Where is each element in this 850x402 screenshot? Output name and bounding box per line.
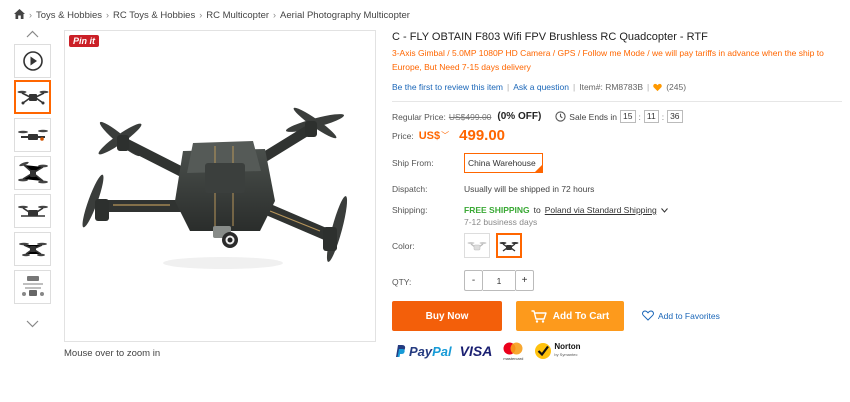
- price-label: Price:: [392, 130, 414, 141]
- thumbnail-item[interactable]: [14, 118, 51, 152]
- shipping-method-selector[interactable]: Poland via Standard Shipping: [545, 205, 657, 215]
- norton-logo: Norton by Symantec: [534, 342, 581, 360]
- dispatch-label: Dispatch:: [392, 184, 428, 194]
- breadcrumb-separator-icon: ›: [199, 10, 203, 20]
- breadcrumb-item-aerial-photography[interactable]: Aerial Photography Multicopter: [280, 10, 410, 21]
- thumbnail-item[interactable]: [14, 156, 51, 190]
- play-icon: [22, 51, 43, 71]
- breadcrumb-item-toys-hobbies[interactable]: Toys & Hobbies: [36, 10, 102, 21]
- price-row: Price: US$ ﹀ 499.00: [392, 127, 505, 144]
- favorites-count: (245): [666, 82, 687, 92]
- norton-check-icon: [535, 343, 552, 359]
- thumbnail-item[interactable]: [14, 80, 51, 114]
- drone-white-icon: [467, 241, 487, 250]
- item-number: Item#: RM8783B: [579, 82, 643, 92]
- quantity-stepper: - 1 +: [464, 270, 534, 291]
- heart-outline-icon: [642, 310, 654, 321]
- breadcrumb-separator-icon: ›: [106, 10, 110, 20]
- thumbnail-item[interactable]: [14, 194, 51, 228]
- warehouse-option[interactable]: China Warehouse: [464, 153, 543, 173]
- home-icon[interactable]: [14, 8, 25, 22]
- thumbnail-item[interactable]: [14, 270, 51, 304]
- color-option-white[interactable]: [464, 233, 490, 258]
- visa-logo: VISA: [459, 343, 493, 359]
- divider: [392, 101, 842, 102]
- ask-question-link[interactable]: Ask a question: [513, 82, 569, 92]
- paypal-logo: PayPal: [394, 344, 452, 359]
- warehouse-label: China Warehouse: [468, 158, 536, 168]
- regular-price-row: Regular Price: US$499.00 (0% OFF) Sale E…: [392, 110, 683, 123]
- shipping-info: FREE SHIPPING to Poland via Standard Shi…: [464, 205, 668, 215]
- sale-timer: Sale Ends in 15 : 11 : 36: [555, 110, 683, 123]
- heart-icon[interactable]: [653, 83, 662, 92]
- drone-thumbnail-icon: [17, 161, 48, 184]
- currency-selector[interactable]: US$: [419, 130, 440, 142]
- review-row: Be the first to review this item | Ask a…: [392, 82, 687, 92]
- mastercard-logo: mastercard: [502, 342, 524, 361]
- drone-thumbnail-icon: [17, 90, 48, 105]
- drone-thumbnail-icon: [17, 205, 48, 217]
- drone-thumbnail-icon: [18, 242, 47, 257]
- price-value: 499.00: [459, 127, 506, 144]
- color-option-black[interactable]: [496, 233, 522, 258]
- product-title: C - FLY OBTAIN F803 Wifi FPV Brushless R…: [392, 31, 708, 43]
- timer-hours: 15: [620, 110, 636, 123]
- free-shipping-badge: FREE SHIPPING: [464, 205, 530, 215]
- thumbnail-up-arrow-icon[interactable]: [26, 30, 39, 38]
- mastercard-icon: [503, 342, 523, 354]
- add-to-cart-label: Add To Cart: [552, 310, 610, 322]
- shipping-label: Shipping:: [392, 205, 428, 215]
- breadcrumb: › Toys & Hobbies › RC Toys & Hobbies › R…: [14, 8, 410, 22]
- cart-icon: [531, 309, 547, 323]
- timer-seconds: 36: [667, 110, 683, 123]
- add-to-favorites-link[interactable]: Add to Favorites: [642, 310, 720, 321]
- thumbnail-down-arrow-icon[interactable]: [26, 320, 39, 328]
- breadcrumb-separator-icon: ›: [29, 10, 32, 20]
- drone-product-illustration: [82, 107, 348, 269]
- qty-decrease-button[interactable]: -: [464, 270, 483, 291]
- thumbnail-video[interactable]: [14, 44, 51, 78]
- drone-accessories-thumbnail-icon: [21, 276, 44, 296]
- qty-increase-button[interactable]: +: [515, 270, 534, 291]
- regular-price: US$499.00: [448, 111, 492, 122]
- thumbnail-list: [14, 30, 51, 330]
- breadcrumb-separator-icon: ›: [273, 10, 277, 20]
- dispatch-value: Usually will be shipped in 72 hours: [464, 184, 595, 194]
- ship-from-label: Ship From:: [392, 158, 434, 168]
- thumbnail-item[interactable]: [14, 232, 51, 266]
- color-label: Color:: [392, 241, 415, 251]
- payment-methods: PayPal VISA mastercard Norton by Symante…: [394, 340, 581, 362]
- breadcrumb-item-rc-multicopter[interactable]: RC Multicopter: [206, 10, 269, 21]
- sale-ends-label: Sale Ends in: [569, 111, 618, 122]
- pin-it-button[interactable]: Pin it: [69, 35, 99, 47]
- zoom-hint: Mouse over to zoom in: [64, 348, 161, 359]
- review-link[interactable]: Be the first to review this item: [392, 82, 503, 92]
- chevron-down-icon[interactable]: [660, 205, 668, 215]
- selected-check-icon: [535, 165, 542, 172]
- main-product-image[interactable]: Pin it: [64, 30, 376, 342]
- clock-icon: [555, 111, 566, 122]
- qty-label: QTY:: [392, 277, 412, 287]
- chevron-down-icon[interactable]: ﹀: [441, 130, 449, 141]
- discount-badge: (0% OFF): [497, 111, 542, 122]
- add-to-cart-button[interactable]: Add To Cart: [516, 301, 624, 331]
- regular-price-label: Regular Price:: [392, 111, 446, 122]
- timer-minutes: 11: [643, 110, 659, 123]
- drone-thumbnail-icon: [17, 129, 48, 141]
- buy-now-button[interactable]: Buy Now: [392, 301, 502, 331]
- paypal-icon: [396, 345, 406, 357]
- product-subtitle: 3-Axis Gimbal / 5.0MP 1080P HD Camera / …: [392, 48, 824, 72]
- drone-black-icon: [499, 241, 519, 252]
- qty-input[interactable]: 1: [483, 270, 515, 291]
- breadcrumb-item-rc-toys[interactable]: RC Toys & Hobbies: [113, 10, 195, 21]
- delivery-estimate: 7-12 business days: [464, 217, 538, 227]
